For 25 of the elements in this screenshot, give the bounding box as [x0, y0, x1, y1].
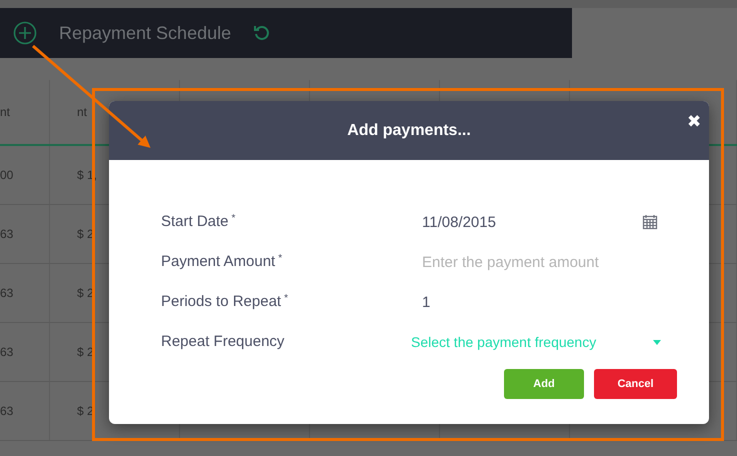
- table-cell: 63: [0, 227, 14, 241]
- column-header: nt: [76, 105, 88, 119]
- table-cell: 63: [0, 404, 14, 418]
- column-header: nt: [0, 105, 10, 119]
- table-cell: 00: [0, 168, 14, 182]
- field-label: Periods to Repeat: [161, 293, 282, 310]
- required-mark: *: [232, 213, 236, 224]
- table-cell: 63: [0, 345, 14, 359]
- required-mark: *: [284, 293, 288, 304]
- input-field[interactable]: Enter the payment amount: [422, 254, 647, 270]
- calendar-icon[interactable]: [642, 214, 658, 230]
- add-icon[interactable]: [13, 21, 37, 45]
- required-mark: *: [278, 253, 282, 264]
- field-label: Start Date: [161, 213, 229, 230]
- cancel-button[interactable]: Cancel: [594, 369, 677, 399]
- date-field[interactable]: 11/08/2015: [422, 214, 622, 230]
- field-label: Payment Amount: [161, 253, 276, 270]
- close-button[interactable]: ✖: [687, 111, 701, 132]
- number-field[interactable]: 1: [422, 294, 647, 310]
- refresh-icon[interactable]: [253, 24, 272, 42]
- page-title: Repayment Schedule: [59, 22, 232, 44]
- field-label: Repeat Frequency: [161, 333, 284, 350]
- caret-icon: [653, 340, 661, 344]
- table-cell: 63: [0, 286, 14, 300]
- dialog-title: Add payments...: [347, 122, 471, 140]
